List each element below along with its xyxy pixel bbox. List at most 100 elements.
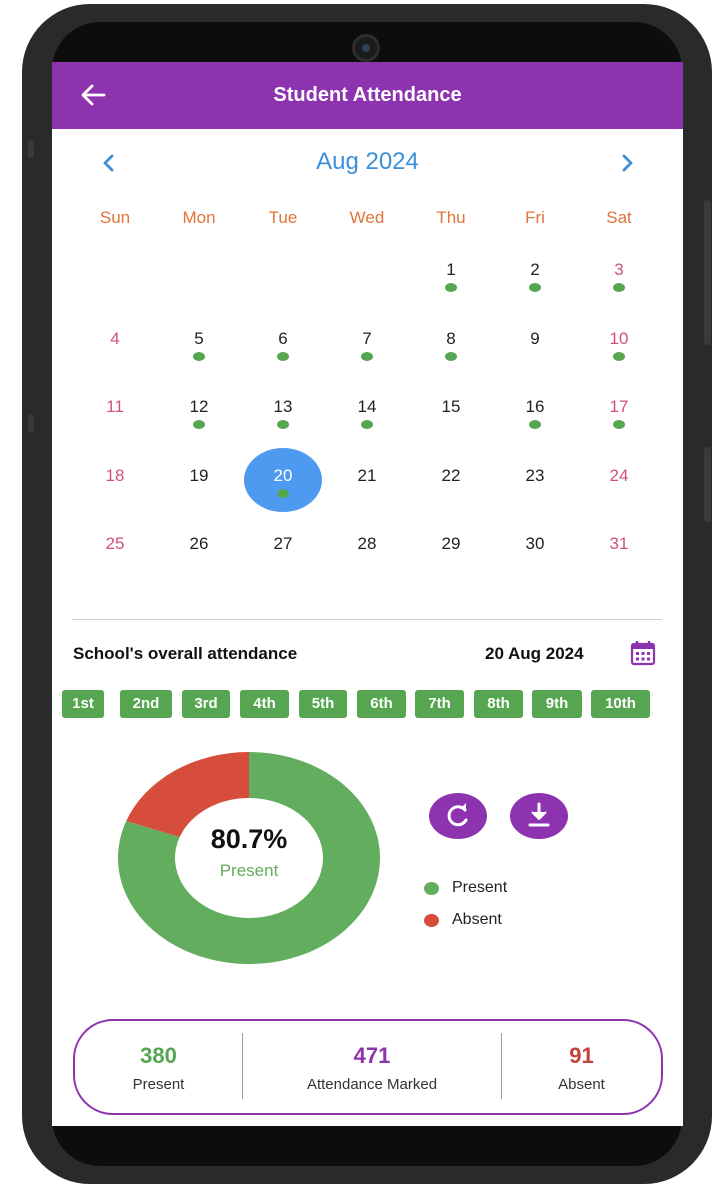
calendar-day[interactable]: 2 (493, 250, 577, 319)
class-chip[interactable]: 5th (299, 690, 347, 718)
calendar-day-number: 17 (609, 397, 629, 416)
attendance-marker-dot (529, 283, 541, 292)
front-camera (352, 34, 380, 62)
calendar-day[interactable]: 4 (73, 319, 157, 388)
weekday-header-row: Sun Mon Tue Wed Thu Fri Sat (73, 208, 661, 228)
calendar-day[interactable]: 27 (241, 524, 325, 593)
weekday-label: Tue (268, 208, 298, 227)
calendar-day[interactable]: 21 (325, 456, 409, 525)
calendar-day-number: 8 (446, 328, 456, 348)
attendance-marker-dot (445, 351, 457, 361)
calendar-day-number: 27 (273, 534, 293, 553)
download-icon (528, 802, 550, 827)
calendar-day[interactable]: 10 (577, 319, 661, 388)
calendar-day[interactable]: 22 (409, 456, 493, 525)
class-chip[interactable]: 3rd (182, 690, 230, 718)
calendar-day[interactable]: 7 (325, 319, 409, 388)
calendar-day[interactable]: 18 (73, 456, 157, 525)
attendance-marker-dot (613, 283, 625, 292)
weekday-label: Mon (182, 208, 216, 227)
legend-absent-dot (424, 914, 439, 927)
calendar-empty-cell (73, 250, 157, 319)
absent-count: 91 (569, 1043, 594, 1068)
calendar-day[interactable]: 19 (157, 456, 241, 525)
calendar-day[interactable]: 1 (409, 250, 493, 319)
legend-absent-label: Absent (452, 911, 502, 928)
overall-attendance-label: School's overall attendance (73, 644, 298, 663)
calendar-day-number: 20 (273, 465, 293, 485)
attendance-marker-dot (361, 351, 373, 361)
present-percentage: 80.7% (210, 824, 288, 854)
calendar-header: Aug 2024 (52, 144, 683, 180)
chevron-right-icon (622, 154, 633, 172)
class-chip[interactable]: 7th (415, 690, 464, 718)
calendar-day[interactable]: 8 (409, 319, 493, 388)
calendar-day[interactable]: 31 (577, 524, 661, 593)
present-percentage-label: Present (219, 861, 279, 880)
calendar-day[interactable]: 15 (409, 387, 493, 456)
calendar-day-number: 29 (441, 534, 461, 553)
attendance-marker-dot (529, 420, 541, 429)
calendar-day[interactable]: 23 (493, 456, 577, 525)
date-picker-button[interactable] (629, 639, 657, 667)
calendar-day-number: 10 (609, 328, 629, 348)
weekday-label: Fri (525, 208, 545, 227)
class-chip[interactable]: 10th (591, 690, 650, 718)
calendar-day[interactable]: 3 (577, 250, 661, 319)
calendar-day[interactable]: 14 (325, 387, 409, 456)
calendar-day[interactable]: 5 (157, 319, 241, 388)
next-month-button[interactable] (612, 148, 642, 178)
class-chip[interactable]: 1st (62, 690, 104, 718)
attendance-marker-dot (193, 420, 205, 429)
refresh-icon (447, 803, 468, 827)
calendar-day[interactable]: 6 (241, 319, 325, 388)
refresh-button[interactable] (429, 793, 487, 839)
class-chip[interactable]: 6th (357, 690, 406, 718)
absent-count-label: Absent (558, 1076, 605, 1093)
calendar-day-number: 22 (441, 465, 461, 485)
app-bar: Student Attendance (52, 62, 683, 129)
calendar-day-number: 28 (357, 534, 377, 553)
calendar-empty-cell (157, 250, 241, 319)
calendar-day-number: 11 (106, 397, 124, 416)
class-chip[interactable]: 9th (532, 690, 582, 718)
calendar-day-number: 5 (194, 328, 204, 348)
class-chip[interactable]: 2nd (120, 690, 172, 718)
calendar-day-number: 4 (110, 328, 120, 348)
weekday-label: Sat (606, 208, 632, 227)
attendance-marker-dot (361, 420, 373, 429)
calendar-day[interactable]: 25 (73, 524, 157, 593)
calendar-day[interactable]: 9 (493, 319, 577, 388)
calendar-day[interactable]: 28 (325, 524, 409, 593)
class-chip[interactable]: 4th (240, 690, 289, 718)
calendar-day-number: 19 (189, 465, 209, 485)
weekday-label: Thu (436, 208, 466, 227)
calendar-day[interactable]: 13 (241, 387, 325, 456)
calendar-day-number: 12 (189, 397, 209, 416)
weekday-label: Sun (99, 208, 131, 227)
calendar-day[interactable]: 24 (577, 456, 661, 525)
calendar-icon (630, 641, 656, 666)
calendar-day-number: 16 (525, 397, 545, 416)
class-chip[interactable]: 8th (474, 690, 523, 718)
calendar-day-number: 25 (105, 534, 125, 553)
legend-present-label: Present (452, 879, 508, 896)
calendar-grid: 1 2 3 4 5 6 7 8 9 10 11 12 13 14 15 16 17 18 19 20 21 22 23 24 2… (73, 250, 661, 593)
calendar-day[interactable]: 29 (409, 524, 493, 593)
calendar-day[interactable]: 11 (73, 387, 157, 456)
calendar-day[interactable]: 30 (493, 524, 577, 593)
calendar-day-number: 26 (189, 534, 209, 553)
attendance-marker-dot (277, 488, 289, 498)
calendar-day-number: 13 (273, 397, 293, 416)
calendar-day[interactable]: 20 (241, 447, 325, 525)
calendar-day[interactable]: 16 (493, 387, 577, 456)
phone-side-button-top (704, 200, 711, 345)
calendar-day-number: 18 (105, 465, 125, 485)
page-title: Student Attendance (273, 84, 462, 106)
weekday-label: Wed (349, 208, 385, 227)
calendar-day[interactable]: 26 (157, 524, 241, 593)
calendar-day[interactable]: 12 (157, 387, 241, 456)
summary-marked: 471 Attendance Marked (243, 1021, 501, 1113)
download-button[interactable] (510, 793, 568, 839)
calendar-day[interactable]: 17 (577, 387, 661, 456)
